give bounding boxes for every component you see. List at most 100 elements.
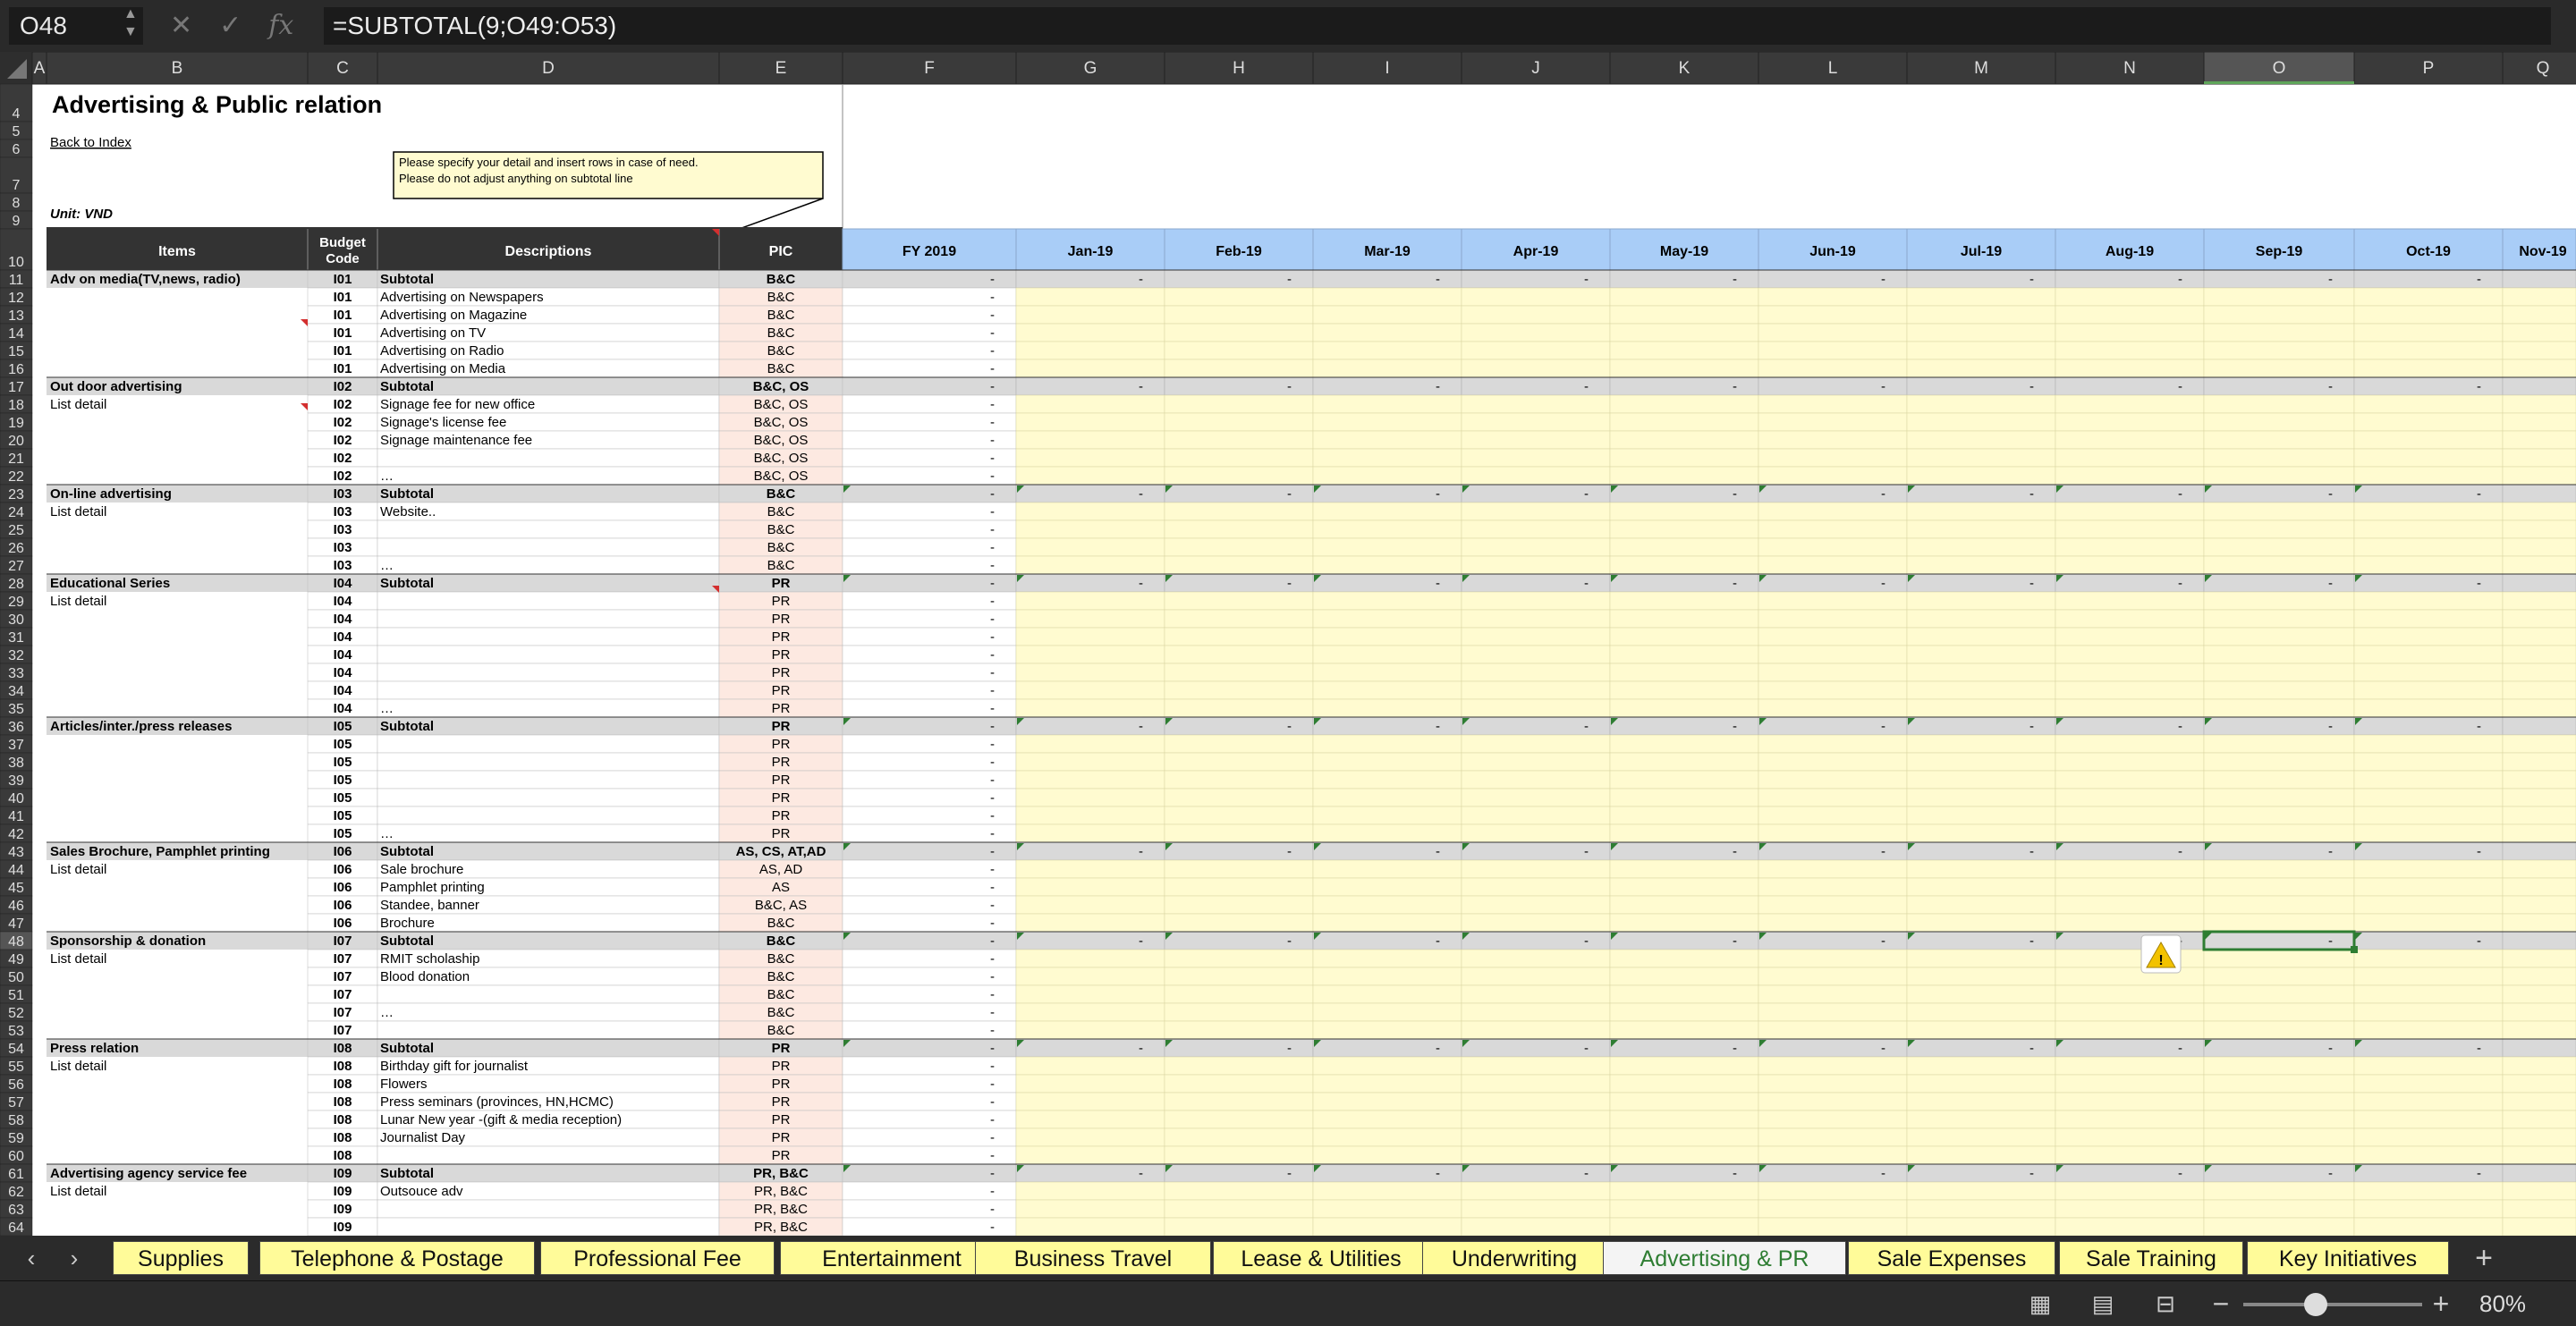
row-header-15[interactable]: 15 xyxy=(0,341,33,360)
page-layout-icon[interactable]: ▤ xyxy=(2088,1288,2118,1319)
row-header-41[interactable]: 41 xyxy=(0,806,33,825)
row-header-38[interactable]: 38 xyxy=(0,752,33,772)
page-break-icon[interactable]: ⊟ xyxy=(2150,1288,2181,1319)
row-header-42[interactable]: 42 xyxy=(0,823,33,843)
back-to-index-link[interactable]: Back to Index xyxy=(50,135,131,150)
row-header-59[interactable]: 59 xyxy=(0,1128,33,1147)
tab-lease-utilities[interactable]: Lease & Utilities xyxy=(1213,1241,1429,1275)
tab-telephone-postage[interactable]: Telephone & Postage xyxy=(259,1241,535,1275)
column-header-f[interactable]: F xyxy=(842,52,1017,85)
grid-canvas[interactable]: A B C D E F G H I J K L M N O P Q45678910111213141516171… xyxy=(0,52,2576,1236)
row-header-37[interactable]: 37 xyxy=(0,734,33,754)
row-header-40[interactable]: 40 xyxy=(0,788,33,807)
row-header-60[interactable]: 60 xyxy=(0,1145,33,1165)
column-header-p[interactable]: P xyxy=(2353,52,2504,85)
column-header-m[interactable]: M xyxy=(1906,52,2056,85)
name-box-stepper-icon[interactable]: ▲ ▼ xyxy=(123,5,138,41)
tab-sale-training[interactable]: Sale Training xyxy=(2059,1241,2243,1275)
zoom-in-icon[interactable]: + xyxy=(2426,1288,2456,1319)
column-header-q[interactable]: Q xyxy=(2502,52,2576,85)
row-header-17[interactable]: 17 xyxy=(0,376,33,396)
fill-handle[interactable] xyxy=(2351,946,2358,953)
function-icon[interactable]: fx xyxy=(268,10,293,41)
row-header-14[interactable]: 14 xyxy=(0,323,33,342)
column-header-l[interactable]: L xyxy=(1758,52,1908,85)
row-header-33[interactable]: 33 xyxy=(0,663,33,682)
row-header-34[interactable]: 34 xyxy=(0,680,33,700)
tab-sale-expenses[interactable]: Sale Expenses xyxy=(1848,1241,2055,1275)
row-header-58[interactable]: 58 xyxy=(0,1110,33,1129)
column-header-h[interactable]: H xyxy=(1164,52,1314,85)
row-header-45[interactable]: 45 xyxy=(0,877,33,897)
column-header-i[interactable]: I xyxy=(1312,52,1462,85)
row-header-12[interactable]: 12 xyxy=(0,287,33,307)
row-header-24[interactable]: 24 xyxy=(0,502,33,521)
row-header-16[interactable]: 16 xyxy=(0,359,33,378)
row-header-27[interactable]: 27 xyxy=(0,555,33,575)
row-header-46[interactable]: 46 xyxy=(0,895,33,915)
formula-input[interactable]: =SUBTOTAL(9;O49:O53) xyxy=(324,7,2551,45)
row-header-10[interactable]: 10 xyxy=(0,228,33,271)
column-header-a[interactable]: A xyxy=(31,52,47,85)
row-header-51[interactable]: 51 xyxy=(0,984,33,1004)
row-header-23[interactable]: 23 xyxy=(0,484,33,503)
row-header-22[interactable]: 22 xyxy=(0,466,33,486)
row-header-62[interactable]: 62 xyxy=(0,1181,33,1201)
row-header-9[interactable]: 9 xyxy=(0,210,33,230)
row-header-39[interactable]: 39 xyxy=(0,770,33,790)
row-header-31[interactable]: 31 xyxy=(0,627,33,646)
normal-view-icon[interactable]: ▦ xyxy=(2025,1288,2055,1319)
row-header-6[interactable]: 6 xyxy=(0,139,33,158)
cancel-icon[interactable]: ✕ xyxy=(170,11,192,40)
row-header-7[interactable]: 7 xyxy=(0,156,33,194)
column-header-g[interactable]: G xyxy=(1015,52,1165,85)
row-header-30[interactable]: 30 xyxy=(0,609,33,629)
row-header-28[interactable]: 28 xyxy=(0,573,33,593)
tab-supplies[interactable]: Supplies xyxy=(113,1241,249,1275)
zoom-out-icon[interactable]: − xyxy=(2206,1288,2236,1319)
column-header-e[interactable]: E xyxy=(718,52,843,85)
tab-scroll-left-icon[interactable]: ‹ xyxy=(16,1243,47,1273)
tab-key-initiatives[interactable]: Key Initiatives xyxy=(2247,1241,2449,1275)
row-header-26[interactable]: 26 xyxy=(0,537,33,557)
column-header-o[interactable]: O xyxy=(2203,52,2355,85)
row-header-54[interactable]: 54 xyxy=(0,1038,33,1058)
row-header-55[interactable]: 55 xyxy=(0,1056,33,1076)
row-header-52[interactable]: 52 xyxy=(0,1002,33,1022)
row-header-11[interactable]: 11 xyxy=(0,269,33,289)
row-header-18[interactable]: 18 xyxy=(0,394,33,414)
error-warning-icon[interactable]: ! xyxy=(2140,934,2182,974)
spreadsheet-grid[interactable]: A B C D E F G H I J K L M N O P Q 4 5 6 7 8 9 10 11 12 13 14 15 16 17 1… xyxy=(0,52,2576,1236)
row-header-5[interactable]: 5 xyxy=(0,121,33,140)
row-header-36[interactable]: 36 xyxy=(0,716,33,736)
tab-business-travel[interactable]: Business Travel xyxy=(975,1241,1211,1275)
column-header-b[interactable]: B xyxy=(46,52,309,85)
row-header-35[interactable]: 35 xyxy=(0,698,33,718)
column-header-j[interactable]: J xyxy=(1461,52,1611,85)
column-header-d[interactable]: D xyxy=(377,52,720,85)
row-header-48[interactable]: 48 xyxy=(0,931,33,950)
row-header-47[interactable]: 47 xyxy=(0,913,33,933)
row-header-8[interactable]: 8 xyxy=(0,192,33,212)
confirm-icon[interactable]: ✓ xyxy=(219,11,242,40)
row-header-53[interactable]: 53 xyxy=(0,1020,33,1040)
zoom-slider[interactable] xyxy=(2243,1303,2422,1306)
row-header-44[interactable]: 44 xyxy=(0,859,33,879)
row-header-19[interactable]: 19 xyxy=(0,412,33,432)
tab-entertainment[interactable]: Entertainment xyxy=(780,1241,1004,1275)
add-sheet-icon[interactable]: + xyxy=(2469,1243,2499,1273)
row-header-29[interactable]: 29 xyxy=(0,591,33,611)
column-header-c[interactable]: C xyxy=(307,52,378,85)
tab-underwriting[interactable]: Underwriting xyxy=(1422,1241,1606,1275)
zoom-slider-thumb[interactable] xyxy=(2304,1293,2327,1316)
tab-scroll-right-icon[interactable]: › xyxy=(59,1243,89,1273)
tab-professional-fee[interactable]: Professional Fee xyxy=(540,1241,775,1275)
row-header-13[interactable]: 13 xyxy=(0,305,33,325)
row-header-64[interactable]: 64 xyxy=(0,1217,33,1236)
row-header-4[interactable]: 4 xyxy=(0,83,33,122)
row-header-63[interactable]: 63 xyxy=(0,1199,33,1219)
column-header-n[interactable]: N xyxy=(2055,52,2205,85)
row-header-57[interactable]: 57 xyxy=(0,1092,33,1111)
row-header-43[interactable]: 43 xyxy=(0,841,33,861)
column-header-k[interactable]: K xyxy=(1609,52,1759,85)
